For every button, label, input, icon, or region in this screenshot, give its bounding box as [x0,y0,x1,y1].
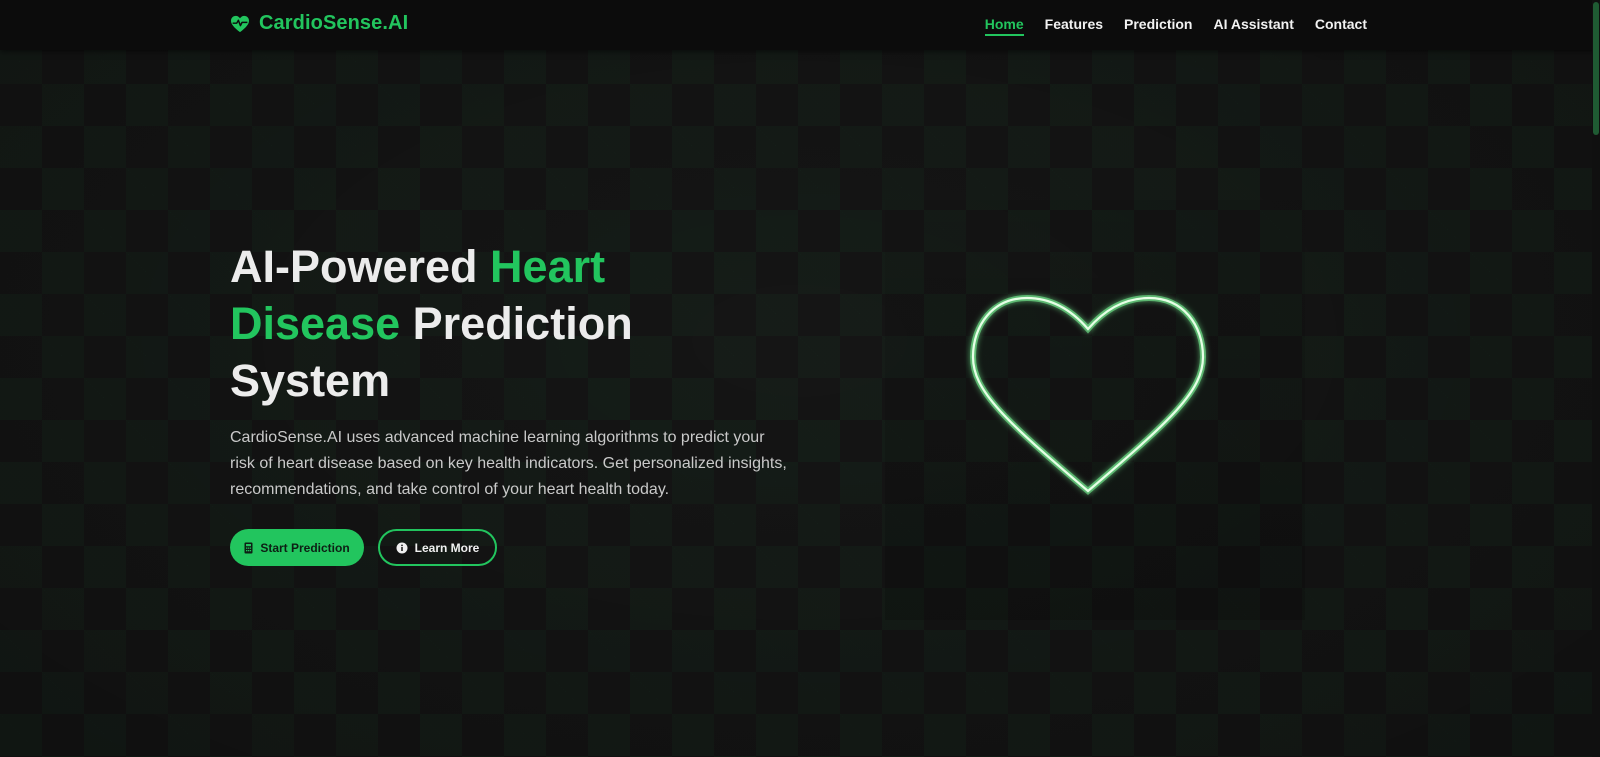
page-scrollbar[interactable] [1592,0,1600,757]
scrollbar-thumb[interactable] [1593,2,1599,135]
hero-section: AI-Powered Heart Disease Prediction Syst… [230,238,790,566]
start-prediction-button[interactable]: Start Prediction [230,529,364,566]
nav-link-home[interactable]: Home [984,16,1024,36]
heart-outline-icon [965,294,1207,505]
page: CardioSense.AI Home Features Prediction … [0,0,1600,757]
calculator-icon [244,542,253,554]
heart-pulse-icon [230,15,250,33]
nav-link-ai-assistant[interactable]: AI Assistant [1213,16,1293,36]
nav-link-prediction[interactable]: Prediction [1124,16,1192,36]
info-circle-icon [396,542,408,554]
start-prediction-label: Start Prediction [260,540,350,555]
brand-name: CardioSense.AI [259,12,409,34]
learn-more-button[interactable]: Learn More [378,529,497,566]
brand-logo[interactable]: CardioSense.AI [230,12,408,35]
hero-title-part1: AI-Powered [230,241,491,292]
nav-link-features[interactable]: Features [1045,16,1103,36]
hero-title: AI-Powered Heart Disease Prediction Syst… [230,238,660,409]
nav-link-contact[interactable]: Contact [1315,16,1367,36]
navbar: CardioSense.AI Home Features Prediction … [0,0,1600,50]
hero-buttons: Start Prediction Learn More [230,529,790,566]
nav-links: Home Features Prediction AI Assistant Co… [984,16,1367,36]
hero-description: CardioSense.AI uses advanced machine lea… [230,429,787,498]
learn-more-label: Learn More [414,540,480,555]
